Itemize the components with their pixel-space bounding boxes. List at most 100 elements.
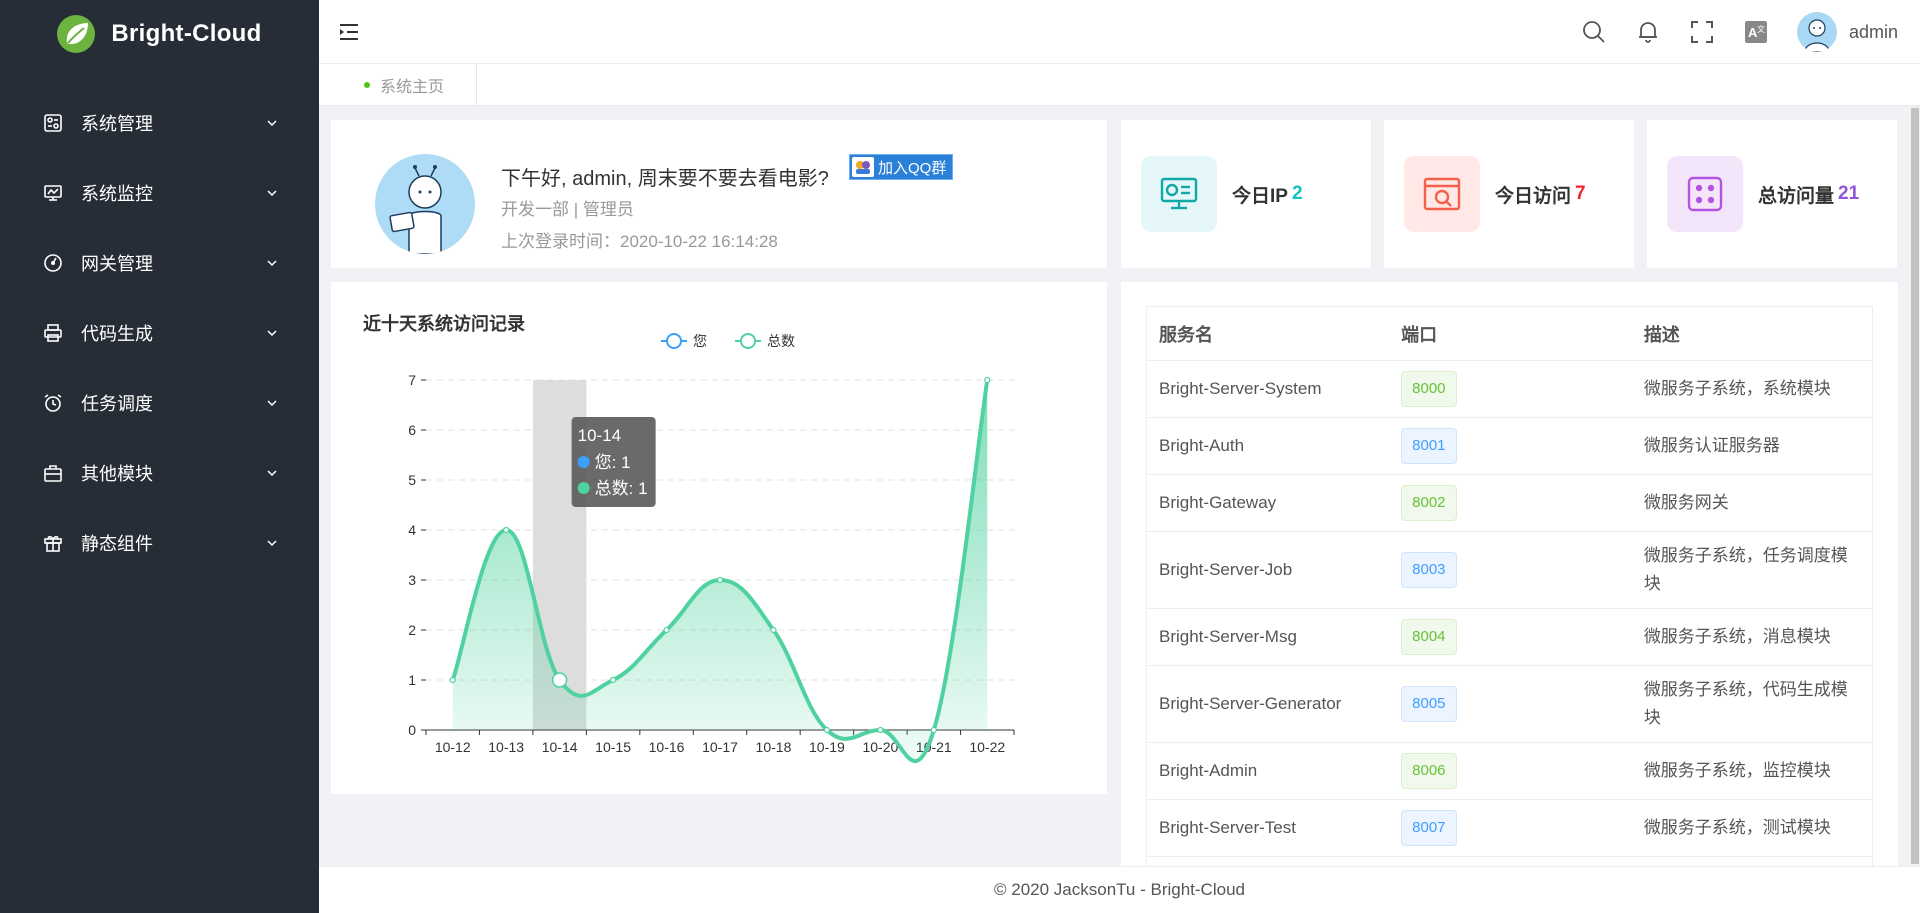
tab-home[interactable]: 系统主页 bbox=[334, 64, 478, 106]
stat-value: 7 bbox=[1575, 183, 1586, 204]
sidebar-item-label: 其他模块 bbox=[81, 464, 153, 484]
tooltip-line: 您: 1 bbox=[595, 453, 631, 472]
description-cell: 微服务子系统，任务调度模块 bbox=[1631, 531, 1873, 609]
y-tick-label: 3 bbox=[408, 572, 416, 588]
port-tag: 8000 bbox=[1401, 371, 1457, 407]
sidebar-menu: 系统管理 系统监控 网关管理 代码生成 任务调度 其他模块 静态组件 bbox=[0, 88, 319, 578]
chevron-down-icon bbox=[267, 470, 277, 477]
port-tag: 8006 bbox=[1401, 753, 1457, 789]
sidebar-item-system-monitor[interactable]: 系统监控 bbox=[0, 158, 319, 228]
x-tick-label: 10-22 bbox=[969, 739, 1005, 755]
data-point bbox=[984, 376, 991, 384]
table-row[interactable]: Bright-Server-Generator 8005 微服务子系统，代码生成模块 bbox=[1146, 665, 1873, 743]
stat-label: 今日IP bbox=[1232, 185, 1288, 207]
data-point bbox=[663, 626, 670, 634]
app-name: Bright-Cloud bbox=[111, 20, 262, 47]
stat-value: 2 bbox=[1291, 183, 1303, 204]
chevron-down-icon bbox=[267, 400, 277, 407]
x-tick-label: 10-16 bbox=[649, 739, 685, 755]
port-tag: 8001 bbox=[1401, 428, 1457, 464]
data-point bbox=[877, 726, 884, 734]
sidebar-item-code-generation[interactable]: 代码生成 bbox=[0, 298, 319, 368]
description-cell: 微服务网关 bbox=[1631, 474, 1873, 532]
qq-button-label: 加入QQ群 bbox=[878, 159, 947, 177]
data-point bbox=[716, 576, 724, 584]
description-cell: 微服务子系统，测试模块 bbox=[1631, 799, 1873, 857]
service-name-cell: Bright-Server-Msg bbox=[1146, 608, 1390, 666]
column-header-port: 端口 bbox=[1389, 306, 1632, 361]
port-cell: 8003 bbox=[1389, 531, 1632, 609]
bell-icon[interactable] bbox=[1635, 19, 1661, 45]
leaf-logo-icon bbox=[57, 15, 96, 53]
qq-group-icon bbox=[852, 157, 874, 177]
sidebar-item-label: 任务调度 bbox=[81, 394, 153, 414]
table-row[interactable]: Bright-Server-Msg 8004 微服务子系统，消息模块 bbox=[1146, 608, 1873, 666]
tooltip-line: 总数: 1 bbox=[595, 479, 648, 498]
table-row[interactable]: Bright-Admin 8006 微服务子系统，监控模块 bbox=[1146, 742, 1873, 800]
port-tag: 8003 bbox=[1401, 552, 1457, 588]
sidebar-item-system-management[interactable]: 系统管理 bbox=[0, 88, 319, 158]
table-row[interactable]: Bright-Server-System 8000 微服务子系统，系统模块 bbox=[1146, 360, 1873, 418]
column-header-description: 描述 bbox=[1631, 306, 1873, 361]
service-name-cell: Bright-Server-Test bbox=[1146, 799, 1390, 857]
welcome-card: 下午好, admin, 周末要不要去看电影? 加入QQ群 开发一部 | 管理员 … bbox=[331, 120, 1107, 268]
stat-card-today-visits: 今日访问 7 bbox=[1384, 120, 1634, 268]
y-tick-label: 4 bbox=[408, 522, 416, 538]
x-tick-label: 10-13 bbox=[488, 739, 524, 755]
table-row[interactable]: Bright-Server-Test 8007 微服务子系统，测试模块 bbox=[1146, 799, 1873, 857]
service-name-cell: Bright-Gateway bbox=[1146, 474, 1390, 532]
monitor-screen-icon bbox=[1141, 156, 1217, 232]
data-point bbox=[609, 676, 617, 684]
services-table-body: Bright-Server-System 8000 微服务子系统，系统模块 Brigh… bbox=[1146, 360, 1873, 882]
header-username[interactable]: admin bbox=[1849, 22, 1898, 43]
search-icon[interactable] bbox=[1581, 19, 1607, 45]
stat-value: 21 bbox=[1838, 183, 1860, 204]
description-cell: 微服务子系统，监控模块 bbox=[1631, 742, 1873, 800]
x-tick-label: 10-18 bbox=[756, 739, 792, 755]
column-header-service: 服务名 bbox=[1146, 306, 1390, 361]
x-tick-label: 10-17 bbox=[702, 739, 738, 755]
sidebar-item-other-modules[interactable]: 其他模块 bbox=[0, 438, 319, 508]
legend-marker bbox=[740, 333, 756, 349]
table-row[interactable]: Bright-Server-Job 8003 微服务子系统，任务调度模块 bbox=[1146, 531, 1873, 609]
data-point bbox=[770, 626, 777, 634]
chevron-down-icon bbox=[267, 260, 277, 267]
x-tick-label: 10-20 bbox=[862, 739, 898, 755]
user-avatar[interactable] bbox=[1796, 12, 1837, 52]
legend-label: 总数 bbox=[767, 333, 795, 349]
sidebar-item-static-components[interactable]: 静态组件 bbox=[0, 508, 319, 578]
table-row[interactable]: Bright-Gateway 8002 微服务网关 bbox=[1146, 474, 1873, 532]
port-cell: 8002 bbox=[1389, 474, 1632, 532]
sidebar-item-gateway-management[interactable]: 网关管理 bbox=[0, 228, 319, 298]
sidebar-item-task-scheduling[interactable]: 任务调度 bbox=[0, 368, 319, 438]
y-tick-label: 1 bbox=[408, 672, 416, 688]
table-header-row: 服务名 端口 描述 bbox=[1146, 306, 1873, 361]
fullscreen-icon[interactable] bbox=[1689, 19, 1715, 45]
chevron-down-icon bbox=[267, 330, 277, 337]
description-cell: 微服务子系统，代码生成模块 bbox=[1631, 665, 1873, 743]
translate-icon[interactable]: A文 bbox=[1743, 19, 1769, 45]
table-row[interactable]: Bright-Auth 8001 微服务认证服务器 bbox=[1146, 417, 1873, 475]
page-scrollbar[interactable] bbox=[1910, 106, 1920, 866]
briefcase-icon bbox=[42, 462, 64, 484]
port-tag: 8002 bbox=[1401, 485, 1457, 521]
y-tick-label: 6 bbox=[408, 422, 416, 438]
visit-chart[interactable]: 0 1 2 3 4 5 6 7 10-12 10-13 10-14 10-15 10-16 10-17 10… bbox=[331, 282, 1107, 794]
stat-label: 总访问量 bbox=[1758, 185, 1835, 207]
data-point bbox=[551, 672, 568, 688]
y-tick-label: 0 bbox=[408, 722, 416, 738]
port-cell: 8005 bbox=[1389, 665, 1632, 743]
gift-icon bbox=[42, 532, 64, 554]
service-name-cell: Bright-Server-Generator bbox=[1146, 665, 1390, 743]
service-name-cell: Bright-Server-System bbox=[1146, 360, 1390, 418]
last-login-time: 上次登录时间：2020-10-22 16:14:28 bbox=[501, 232, 778, 251]
x-tick-label: 10-15 bbox=[595, 739, 631, 755]
app-logo[interactable]: Bright-Cloud bbox=[0, 0, 319, 68]
chevron-down-icon bbox=[267, 120, 277, 127]
menu-fold-icon[interactable] bbox=[339, 22, 361, 42]
visit-chart-card: 近十天系统访问记录 0 1 2 3 4 5 6 7 10-12 10-13 10-14 10-15 10… bbox=[331, 282, 1107, 794]
scrollbar-thumb[interactable] bbox=[1911, 108, 1919, 864]
join-qq-group-button[interactable]: 加入QQ群 bbox=[849, 154, 954, 180]
description-cell: 微服务子系统，消息模块 bbox=[1631, 608, 1873, 666]
port-tag: 8007 bbox=[1401, 810, 1457, 846]
